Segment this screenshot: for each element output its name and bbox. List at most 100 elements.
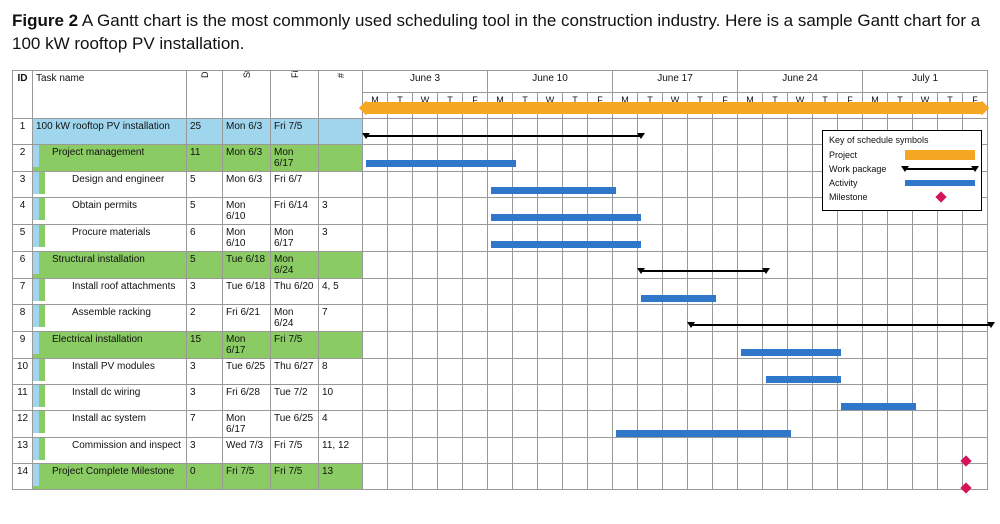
timeline-cell: [663, 118, 688, 144]
task-name-cell: Assemble racking: [33, 304, 187, 331]
timeline-cell: [563, 358, 588, 384]
timeline-cell: [788, 197, 813, 224]
timeline-cell: [538, 278, 563, 304]
timeline-cell: [513, 197, 538, 224]
timeline-cell: [838, 437, 863, 463]
timeline-cell: [688, 144, 713, 171]
task-pred: [319, 171, 363, 197]
timeline-cell: [363, 331, 388, 358]
timeline-cell: [438, 304, 463, 331]
timeline-cell: [438, 144, 463, 171]
timeline-cell: [413, 197, 438, 224]
timeline-cell: [588, 358, 613, 384]
task-pred: 3: [319, 197, 363, 224]
timeline-cell: [888, 251, 913, 278]
timeline-cell: [588, 171, 613, 197]
task-dur: 15: [187, 331, 223, 358]
task-name-cell: Install dc wiring: [33, 384, 187, 410]
timeline-cell: [463, 197, 488, 224]
day-header: F: [463, 92, 488, 118]
timeline-cell: [813, 278, 838, 304]
task-row: 7Install roof attachments3Tue 6/18Thu 6/…: [13, 278, 988, 304]
task-pred: 4, 5: [319, 278, 363, 304]
timeline-cell: [963, 304, 988, 331]
timeline-cell: [863, 463, 888, 489]
timeline-cell: [538, 463, 563, 489]
timeline-cell: [963, 331, 988, 358]
timeline-cell: [563, 251, 588, 278]
timeline-cell: [663, 358, 688, 384]
timeline-cell: [363, 358, 388, 384]
timeline-cell: [463, 118, 488, 144]
week-header: July 1: [863, 70, 988, 92]
timeline-cell: [713, 331, 738, 358]
task-pred: 11, 12: [319, 437, 363, 463]
timeline-cell: [663, 171, 688, 197]
timeline-cell: [513, 463, 538, 489]
timeline-cell: [863, 437, 888, 463]
timeline-cell: [613, 437, 638, 463]
task-row: 11Install dc wiring3Fri 6/28Tue 7/210: [13, 384, 988, 410]
timeline-cell: [788, 251, 813, 278]
task-start: Mon 6/3: [223, 118, 271, 144]
task-id: 1: [13, 118, 33, 144]
timeline-cell: [488, 331, 513, 358]
timeline-cell: [688, 197, 713, 224]
task-finish: Fri 7/5: [271, 118, 319, 144]
timeline-cell: [588, 251, 613, 278]
timeline-cell: [663, 197, 688, 224]
timeline-cell: [963, 251, 988, 278]
timeline-cell: [913, 304, 938, 331]
timeline-cell: [813, 304, 838, 331]
timeline-cell: [388, 278, 413, 304]
timeline-cell: [713, 384, 738, 410]
task-id: 2: [13, 144, 33, 171]
timeline-cell: [388, 463, 413, 489]
timeline-cell: [963, 224, 988, 251]
timeline-cell: [538, 331, 563, 358]
timeline-cell: [688, 278, 713, 304]
task-row: 13Commission and inspect3Wed 7/3Fri 7/51…: [13, 437, 988, 463]
timeline-cell: [888, 278, 913, 304]
day-header: W: [413, 92, 438, 118]
timeline-cell: [613, 358, 638, 384]
timeline-cell: [788, 144, 813, 171]
task-start: Tue 6/18: [223, 251, 271, 278]
timeline-cell: [738, 144, 763, 171]
task-start: Tue 6/25: [223, 358, 271, 384]
timeline-cell: [913, 224, 938, 251]
task-row: 12Install ac system7Mon 6/17Tue 6/254: [13, 410, 988, 437]
timeline-cell: [613, 463, 638, 489]
timeline-cell: [888, 224, 913, 251]
timeline-cell: [563, 331, 588, 358]
task-dur: 0: [187, 463, 223, 489]
task-name-cell: Procure materials: [33, 224, 187, 251]
task-pred: 3: [319, 224, 363, 251]
task-start: Fri 6/21: [223, 304, 271, 331]
timeline-cell: [363, 437, 388, 463]
legend-row-project: Project: [829, 148, 975, 162]
timeline-cell: [688, 171, 713, 197]
timeline-cell: [888, 463, 913, 489]
timeline-cell: [438, 331, 463, 358]
task-pred: 7: [319, 304, 363, 331]
timeline-cell: [363, 224, 388, 251]
timeline-cell: [388, 197, 413, 224]
timeline-cell: [663, 384, 688, 410]
project-swatch: [905, 150, 975, 160]
timeline-cell: [513, 118, 538, 144]
timeline-cell: [688, 410, 713, 437]
timeline-cell: [388, 437, 413, 463]
task-id: 4: [13, 197, 33, 224]
task-row: 14Project Complete Milestone0Fri 7/5Fri …: [13, 463, 988, 489]
task-row: 8Assemble racking2Fri 6/21Mon 6/247: [13, 304, 988, 331]
timeline-cell: [613, 331, 638, 358]
timeline-cell: [963, 410, 988, 437]
timeline-cell: [613, 144, 638, 171]
task-start: Tue 6/18: [223, 278, 271, 304]
timeline-cell: [713, 304, 738, 331]
timeline-cell: [963, 384, 988, 410]
timeline-cell: [638, 437, 663, 463]
timeline-cell: [438, 410, 463, 437]
task-id: 12: [13, 410, 33, 437]
